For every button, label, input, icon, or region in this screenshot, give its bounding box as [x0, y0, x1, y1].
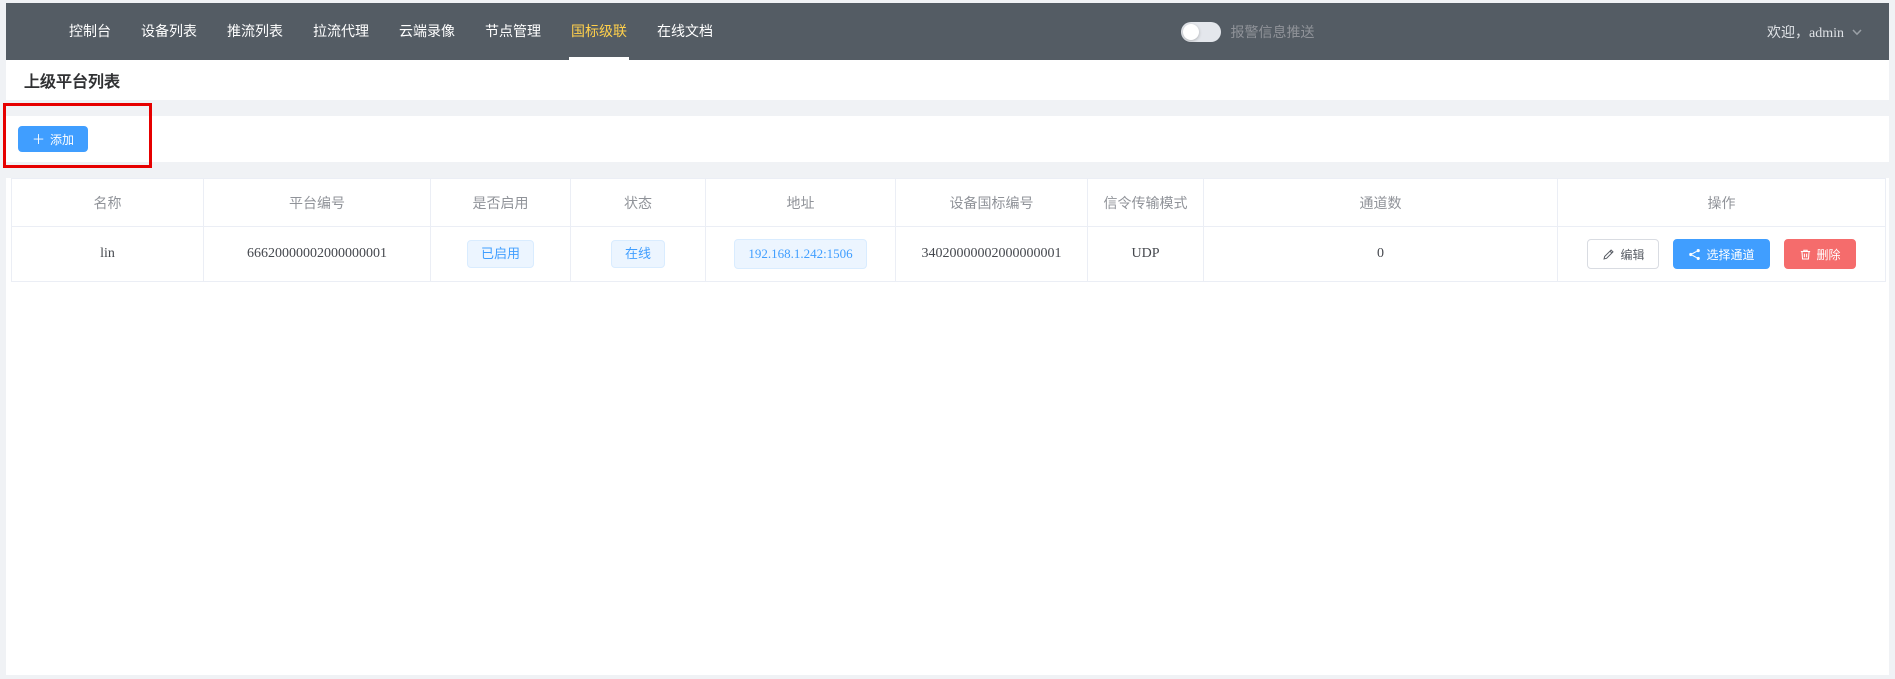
col-header-gb-id: 设备国标编号: [896, 179, 1088, 227]
table-row: lin 66620000002000000001 已启用 在线 192.168.…: [12, 227, 1886, 282]
divider-band-2: [6, 162, 1889, 178]
top-nav: 控制台 设备列表 推流列表 拉流代理 云端录像 节点管理 国标级联 在线文档 报…: [6, 3, 1889, 60]
col-header-enabled: 是否启用: [431, 179, 571, 227]
toggle-knob: [1183, 24, 1199, 40]
user-menu[interactable]: 欢迎，admin: [1767, 3, 1871, 60]
alarm-push-toggle[interactable]: [1181, 22, 1221, 42]
cell-actions: 编辑 选择通道: [1558, 227, 1886, 282]
col-header-address: 地址: [706, 179, 896, 227]
cell-channels: 0: [1204, 227, 1558, 282]
col-header-name: 名称: [12, 179, 204, 227]
enabled-badge: 已启用: [467, 240, 534, 268]
col-header-status: 状态: [571, 179, 706, 227]
chevron-down-icon: [1851, 26, 1863, 38]
cell-signal-mode: UDP: [1088, 227, 1204, 282]
nav-item-gb-cascade[interactable]: 国标级联: [556, 3, 642, 60]
action-buttons: 编辑 选择通道: [1558, 239, 1885, 269]
username: admin: [1809, 26, 1844, 41]
table-header-row: 名称 平台编号 是否启用 状态 地址 设备国标编号 信令传输模式 通道数 操作: [12, 179, 1886, 227]
welcome-text: 欢迎，admin: [1767, 22, 1844, 42]
cell-address: 192.168.1.242:1506: [706, 227, 896, 282]
col-header-actions: 操作: [1558, 179, 1886, 227]
platform-table: 名称 平台编号 是否启用 状态 地址 设备国标编号 信令传输模式 通道数 操作 …: [11, 178, 1886, 282]
select-channel-button[interactable]: 选择通道: [1673, 239, 1769, 269]
plus-icon: ＋: [32, 133, 45, 146]
nav-item-online-docs[interactable]: 在线文档: [642, 3, 728, 60]
cell-status: 在线: [571, 227, 706, 282]
nav-menu: 控制台 设备列表 推流列表 拉流代理 云端录像 节点管理 国标级联 在线文档: [54, 3, 728, 60]
alarm-push-toggle-group: 报警信息推送: [1181, 3, 1315, 60]
title-bar: 上级平台列表: [6, 60, 1889, 100]
status-badge: 在线: [611, 240, 665, 268]
col-header-signal-mode: 信令传输模式: [1088, 179, 1204, 227]
nav-item-cloud-record[interactable]: 云端录像: [384, 3, 470, 60]
cell-name: lin: [12, 227, 204, 282]
nav-item-pull-proxy[interactable]: 拉流代理: [298, 3, 384, 60]
cell-enabled: 已启用: [431, 227, 571, 282]
page-title: 上级平台列表: [24, 68, 120, 92]
cell-platform-id: 66620000002000000001: [204, 227, 431, 282]
divider-band-1: [6, 100, 1889, 116]
address-badge: 192.168.1.242:1506: [734, 239, 866, 269]
platform-table-area: 名称 平台编号 是否启用 状态 地址 设备国标编号 信令传输模式 通道数 操作 …: [6, 178, 1889, 675]
nav-item-device-list[interactable]: 设备列表: [126, 3, 212, 60]
nav-item-node-manage[interactable]: 节点管理: [470, 3, 556, 60]
alarm-push-label: 报警信息推送: [1231, 22, 1315, 42]
add-button[interactable]: ＋ 添加: [18, 126, 88, 152]
edit-button[interactable]: 编辑: [1587, 239, 1659, 269]
toolbar: ＋ 添加: [6, 116, 1889, 162]
app-window: 控制台 设备列表 推流列表 拉流代理 云端录像 节点管理 国标级联 在线文档 报…: [6, 3, 1889, 675]
nav-item-console[interactable]: 控制台: [54, 3, 126, 60]
cell-gb-id: 34020000002000000001: [896, 227, 1088, 282]
pencil-icon: [1602, 248, 1615, 261]
trash-icon: [1799, 248, 1812, 261]
nav-item-push-list[interactable]: 推流列表: [212, 3, 298, 60]
share-icon: [1688, 248, 1701, 261]
col-header-channels: 通道数: [1204, 179, 1558, 227]
col-header-platform-id: 平台编号: [204, 179, 431, 227]
delete-button[interactable]: 删除: [1784, 239, 1856, 269]
